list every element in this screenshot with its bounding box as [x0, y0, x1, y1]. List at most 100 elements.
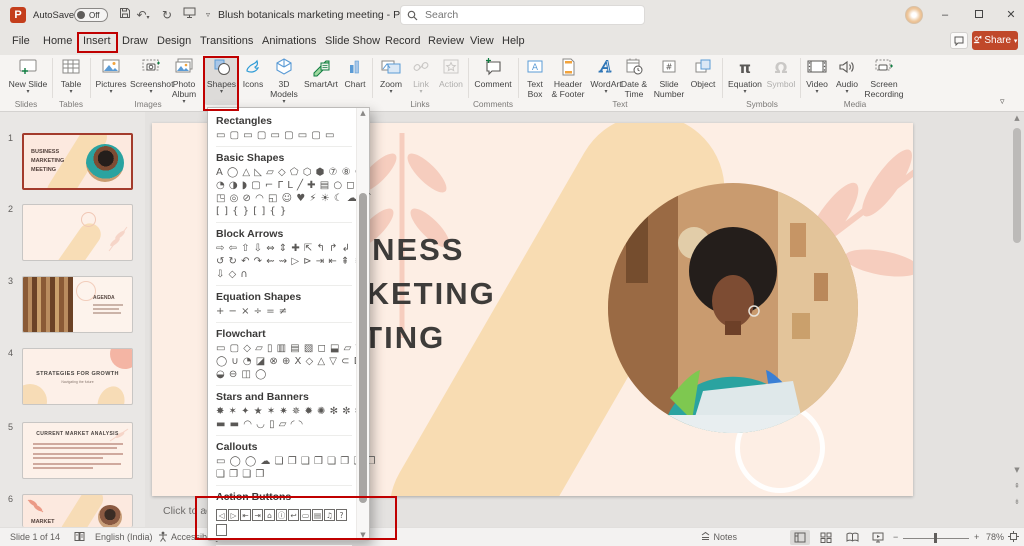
video-button[interactable]: Video▾ [803, 57, 831, 105]
shape-row[interactable]: ▭ ▢ ▭ ▢ ▭ ▢ ▭ ▢ ▭ [216, 129, 352, 142]
slide-thumbnail-4[interactable]: STRATEGIES FOR GROWTH Navigating the fut… [22, 348, 133, 405]
action-button-shape[interactable]: ↩ [288, 509, 299, 521]
customize-quick-access-toolbar-button[interactable]: ▿ [199, 6, 217, 24]
comment-button[interactable]: Comment [472, 57, 514, 105]
tab-home[interactable]: Home [43, 35, 72, 47]
action-button-shape[interactable]: ⓘ [276, 509, 287, 521]
accessibility-icon[interactable] [158, 531, 168, 544]
screen-recording-button[interactable]: Screen Recording [862, 57, 906, 105]
redo-button[interactable]: ↻ [158, 6, 176, 24]
tab-draw[interactable]: Draw [122, 35, 148, 47]
save-button[interactable] [116, 6, 134, 24]
shape-row[interactable]: ▬ ▬ ◠ ◡ ▯ ▱ ◜ ◝ [216, 418, 352, 431]
action-button-shape[interactable]: ⇥ [252, 509, 263, 521]
tab-insert[interactable]: Insert [83, 35, 111, 47]
shape-row[interactable]: ▭ ◯ ◯ ☁ ❏ ❐ ❑ ❒ ❏ ❐ ❑ ❒ [216, 455, 352, 468]
tab-transitions[interactable]: Transitions [200, 35, 253, 47]
date-time-button[interactable]: Date & Time [618, 57, 650, 105]
action-button-shape[interactable]: ♫ [324, 509, 335, 521]
action-button-shape[interactable]: ◁ [216, 509, 227, 521]
scroll-up-icon[interactable]: ▲ [1011, 114, 1023, 122]
slide-sorter-view-button[interactable] [816, 530, 836, 545]
comments-button[interactable] [950, 32, 968, 49]
zoom-in-button[interactable]: + [974, 532, 979, 542]
photo-album-button[interactable]: Photo Album▾ [166, 57, 202, 105]
tab-animations[interactable]: Animations [262, 35, 316, 47]
reading-view-button[interactable] [842, 530, 862, 545]
spell-check-icon[interactable] [74, 531, 85, 544]
object-button[interactable]: Object [688, 57, 718, 105]
action-button-shape[interactable] [216, 524, 227, 536]
start-presentation-button[interactable] [180, 6, 198, 24]
table-button[interactable]: Table▾ [55, 57, 87, 105]
scrollbar-thumb[interactable] [1013, 128, 1021, 243]
text-box-button[interactable]: A Text Box [521, 57, 549, 105]
slide-scrollbar[interactable]: ▲ ▼ ⇞ ⇟ [1011, 114, 1023, 524]
tab-review[interactable]: Review [428, 35, 464, 47]
tab-view[interactable]: View [470, 35, 494, 47]
slide-thumbnail-3[interactable]: AGENDA [22, 276, 133, 333]
action-button-shape[interactable]: ▷ [228, 509, 239, 521]
slide-thumbnail-6[interactable]: MARKET [22, 494, 133, 527]
tab-help[interactable]: Help [502, 35, 525, 47]
share-button[interactable]: Share ▾ [972, 31, 1018, 50]
tab-file[interactable]: File [12, 35, 30, 47]
scroll-down-icon[interactable]: ▼ [357, 531, 369, 539]
shape-row[interactable]: ⇨ ⇦ ⇧ ⇩ ⇔ ⇕ ✚ ⇱ ↰ ↱ ↲ ↳ [216, 242, 352, 255]
action-button-shape[interactable]: ⌂ [264, 509, 275, 521]
action-button-shape[interactable]: ? [336, 509, 347, 521]
3d-models-button[interactable]: 3D Models▾ [267, 57, 301, 105]
search-input[interactable] [425, 7, 635, 23]
icons-button[interactable]: Icons [240, 57, 266, 105]
shape-row[interactable]: ◯ ∪ ◔ ◪ ⊗ ⊕ X ◇ △ ▽ ⊂ D [216, 355, 352, 368]
shape-row[interactable]: ⇩ ◇ ∩ [216, 268, 352, 281]
header-footer-button[interactable]: Header & Footer [550, 57, 586, 105]
tab-design[interactable]: Design [157, 35, 191, 47]
scroll-down-icon[interactable]: ▼ [1011, 466, 1023, 474]
shape-row[interactable]: ◳ ◎ ⊘ ◠ ◱ ☺ ♥ ⚡ ☀ ☾ ☁ ⌒ [216, 192, 352, 205]
audio-button[interactable]: Audio▾ [833, 57, 861, 105]
slide-thumbnail-1[interactable]: BUSINESS MARKETING MEETING [22, 133, 133, 190]
action-button-shape[interactable]: ▭ [300, 509, 311, 521]
collapse-ribbon-chevron-icon[interactable]: ▿ [1000, 97, 1005, 107]
shape-row[interactable]: + − × ÷ = ≠ [216, 305, 352, 318]
zoom-button[interactable]: Zoom▾ [376, 57, 406, 105]
slide-number-button[interactable]: # Slide Number [652, 57, 686, 105]
next-slide-icon[interactable]: ⇟ [1011, 498, 1023, 506]
shape-row[interactable]: ✸ ✶ ✦ ★ ✶ ✷ ✵ ✹ ✺ ✻ ✼ ✽ [216, 405, 352, 418]
autosave-toggle[interactable]: Off [74, 8, 108, 22]
previous-slide-icon[interactable]: ⇞ [1011, 482, 1023, 490]
maximize-button[interactable] [968, 6, 990, 24]
undo-button[interactable]: ↶▾ [134, 6, 152, 24]
slide-thumbnail-2[interactable] [22, 204, 133, 261]
shape-row[interactable]: [ ] { } [ ] { } [216, 205, 352, 218]
shape-row[interactable]: ◒ ⊖ ◫ ◯ [216, 368, 352, 381]
action-button-shape[interactable]: ⇤ [240, 509, 251, 521]
dropdown-scrollbar[interactable]: ▲ ▼ [356, 108, 369, 540]
chart-button[interactable]: Chart [341, 57, 369, 105]
minimize-button[interactable]: – [934, 6, 956, 24]
action-button-shape[interactable]: ▤ [312, 509, 323, 521]
smartart-button[interactable]: SmartArt [303, 57, 339, 105]
shape-row[interactable]: ◔ ◑ ◗ ▢ ⌐ Γ L ╱ ✚ ▤ ○ ◻ [216, 179, 352, 192]
tab-record[interactable]: Record [385, 35, 420, 47]
fit-slide-to-window-button[interactable] [1008, 531, 1019, 544]
scroll-up-icon[interactable]: ▲ [357, 109, 369, 117]
language-status[interactable]: English (India) [95, 532, 153, 542]
notes-toggle-button[interactable]: Notes [700, 531, 737, 542]
slide-show-button[interactable] [868, 530, 888, 545]
scrollbar-thumb[interactable] [359, 193, 367, 503]
normal-view-button[interactable] [790, 530, 810, 545]
slide-thumbnail-5[interactable]: CURRENT MARKET ANALYSIS [22, 422, 133, 479]
shapes-button[interactable]: Shapes▾ [205, 57, 238, 105]
shape-row[interactable]: ↺ ↻ ↶ ↷ ⇜ ⇝ ▷ ⊳ ⇥ ⇤ ⇞ ⇟ [216, 255, 352, 268]
pictures-button[interactable]: Pictures▾ [93, 57, 129, 105]
zoom-level[interactable]: 78% [986, 532, 1004, 542]
search-bar[interactable] [400, 5, 645, 25]
new-slide-button[interactable]: New Slide▾ [6, 57, 50, 105]
tab-slide-show[interactable]: Slide Show [325, 35, 380, 47]
equation-button[interactable]: π Equation▾ [726, 57, 764, 105]
account-avatar[interactable] [905, 6, 923, 24]
shape-row[interactable]: ▭ ▢ ◇ ▱ ▯ ▥ ▤ ▧ ◻ ⬓ ▱ ▽ [216, 342, 352, 355]
slide-photo-circle[interactable] [608, 183, 858, 433]
